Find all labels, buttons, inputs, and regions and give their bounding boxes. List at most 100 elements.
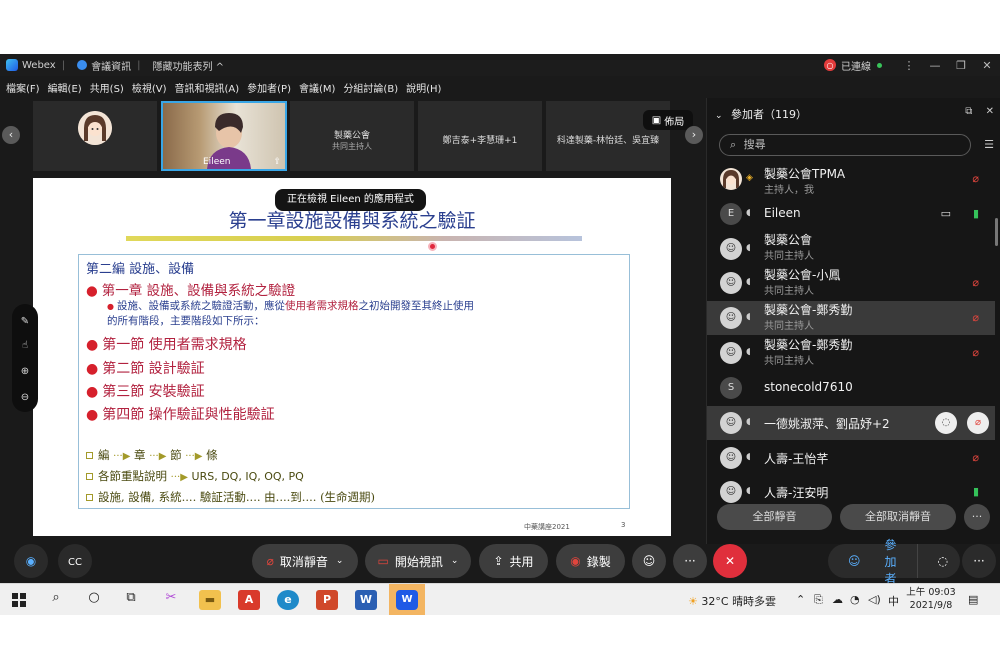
unmute-button[interactable]: ⌀ 取消靜音 ⌄ bbox=[252, 544, 358, 578]
close-panel-icon[interactable]: ✕ bbox=[986, 106, 994, 117]
mic-muted-icon[interactable]: ⌀ bbox=[972, 311, 979, 324]
slide-section-3: ● 第三節 安裝驗証 bbox=[86, 381, 205, 401]
participant-search-input[interactable]: ⌕ 搜尋 bbox=[719, 134, 971, 156]
mic-on-icon[interactable]: ▮ bbox=[973, 485, 979, 498]
collapse-chevron-icon[interactable]: ⌄ bbox=[715, 111, 723, 121]
chevron-down-icon[interactable]: ⌄ bbox=[451, 556, 459, 566]
chevron-down-icon[interactable]: ⌄ bbox=[336, 556, 344, 566]
record-button[interactable]: ◉ 錄製 bbox=[556, 544, 625, 578]
participant-name: 製藥公會TPMA bbox=[764, 167, 846, 181]
unmute-all-button[interactable]: 全部取消靜音 bbox=[840, 504, 956, 530]
participant-row[interactable]: ◈ 製藥公會TPMA 主持人，我 ⌀ bbox=[707, 162, 995, 196]
onedrive-icon[interactable]: ☁ bbox=[832, 593, 843, 606]
menu-help[interactable]: 說明(H) bbox=[406, 80, 441, 95]
volume-icon[interactable]: ◁) bbox=[868, 593, 881, 606]
edge-icon[interactable]: e bbox=[277, 590, 299, 610]
webex-taskbar-button[interactable]: W bbox=[389, 584, 425, 615]
menu-meeting[interactable]: 會議(M) bbox=[299, 80, 335, 95]
powerpoint-icon[interactable]: P bbox=[316, 590, 338, 610]
more-options-button[interactable]: ··· bbox=[673, 544, 707, 578]
reactions-button[interactable]: ☺ bbox=[632, 544, 666, 578]
word-icon[interactable]: W bbox=[355, 590, 377, 610]
wifi-icon[interactable]: ◔ bbox=[850, 593, 860, 606]
zoom-in-icon[interactable]: ⊕ bbox=[12, 366, 38, 377]
participant-row[interactable]: ☺ ◖ 製藥公會-鄭秀勤 共同主持人 ⌀ bbox=[707, 336, 995, 370]
menu-share[interactable]: 共用(S) bbox=[90, 80, 124, 95]
panel-more-button[interactable]: ··· bbox=[964, 504, 990, 530]
video-tile-avatar[interactable] bbox=[33, 101, 157, 171]
menu-view[interactable]: 檢視(V) bbox=[132, 80, 167, 95]
annotate-icon[interactable]: ✎ bbox=[12, 316, 38, 327]
participant-row[interactable]: S stonecold7610 bbox=[707, 371, 995, 405]
clock[interactable]: 上午 09:03 2021/9/8 bbox=[906, 586, 956, 612]
menu-file[interactable]: 檔案(F) bbox=[6, 80, 40, 95]
sort-icon[interactable]: ☰ bbox=[984, 138, 994, 151]
tray-app-icon[interactable]: ⎘ bbox=[814, 593, 823, 607]
windows-start-icon[interactable] bbox=[8, 590, 30, 610]
mic-muted-icon[interactable]: ⌀ bbox=[972, 451, 979, 464]
slide-footer: 中藥講座2021 bbox=[524, 523, 570, 531]
menu-edit[interactable]: 編輯(E) bbox=[48, 80, 82, 95]
remote-control-icon[interactable]: ☝ bbox=[12, 340, 38, 351]
close-button[interactable]: ✕ bbox=[974, 59, 1000, 72]
hide-menu-button[interactable]: 隱藏功能表列 ^ bbox=[152, 58, 224, 73]
search-icon[interactable]: ⌕ bbox=[45, 590, 67, 610]
slide-section-1: ● 第一節 使用者需求規格 bbox=[86, 334, 247, 354]
leave-meeting-button[interactable]: ✕ bbox=[713, 544, 747, 578]
video-strip: ‹ Eileen ⇪ 製藥公會 共同主持人 鄭吉泰+李慧珊+1 科達製藥-林怡廷… bbox=[0, 98, 705, 178]
mute-all-button[interactable]: 全部靜音 bbox=[717, 504, 832, 530]
avatar: ☺ bbox=[720, 481, 742, 503]
ime-indicator[interactable]: 中 bbox=[888, 593, 899, 609]
layout-button[interactable]: ▣ 佈局 bbox=[643, 110, 693, 130]
menu-participant[interactable]: 參加者(P) bbox=[247, 80, 291, 95]
mic-muted-icon[interactable]: ⌀ bbox=[972, 172, 979, 185]
notification-icon[interactable]: ▤ bbox=[968, 593, 978, 606]
meeting-info-button[interactable]: 會議資訊 bbox=[77, 58, 131, 73]
webex-app[interactable]: Webex bbox=[6, 59, 56, 71]
weather-widget[interactable]: ☀ 32°C 晴時多雲 bbox=[688, 593, 776, 609]
strip-prev-button[interactable]: ‹ bbox=[2, 126, 20, 144]
share-button[interactable]: ⇪ 共用 bbox=[479, 544, 548, 578]
panel-overflow-button[interactable]: ··· bbox=[962, 544, 996, 578]
restore-button[interactable]: ❐ bbox=[948, 59, 974, 72]
network-icon: ◖ bbox=[746, 452, 751, 462]
zoom-out-icon[interactable]: ⊖ bbox=[12, 392, 38, 403]
participant-row[interactable]: ☺ ◖ 一德姚淑萍、劉品妤+2 ◌ ⌀ bbox=[707, 406, 995, 440]
menu-breakout[interactable]: 分組討論(B) bbox=[343, 80, 398, 95]
participant-name: Eileen bbox=[764, 206, 801, 220]
mic-on-icon[interactable]: ▮ bbox=[973, 207, 979, 220]
arrow-icon: ···▶ bbox=[185, 451, 203, 462]
task-view-icon[interactable]: ⧉ bbox=[120, 590, 142, 610]
webex-assistant-button[interactable]: ◉ bbox=[14, 544, 48, 578]
avatar: ☺ bbox=[720, 447, 742, 469]
video-tile-group-1[interactable]: 鄭吉泰+李慧珊+1 bbox=[418, 101, 542, 171]
video-tile-pharma-guild[interactable]: 製藥公會 共同主持人 bbox=[290, 101, 414, 171]
strip-next-button[interactable]: › bbox=[685, 126, 703, 144]
file-explorer-icon[interactable]: ▬ bbox=[199, 590, 221, 610]
popout-icon[interactable]: ⧉ bbox=[965, 106, 972, 117]
video-tile-eileen[interactable]: Eileen ⇪ bbox=[161, 101, 287, 171]
participant-row[interactable]: ☺ ◖ 製藥公會 共同主持人 bbox=[707, 232, 995, 266]
section-text: 第二節 設計驗証 bbox=[102, 361, 205, 377]
chat-bubble-icon[interactable]: ◌ bbox=[935, 412, 957, 434]
participants-tab[interactable]: ☺ 參加者 bbox=[828, 538, 917, 586]
assistant-icon: ◉ bbox=[25, 554, 37, 568]
panel-scrollbar[interactable] bbox=[995, 218, 998, 246]
mic-muted-icon[interactable]: ⌀ bbox=[972, 276, 979, 289]
captions-button[interactable]: CC bbox=[58, 544, 92, 578]
tray-chevron-icon[interactable]: ⌃ bbox=[796, 593, 805, 606]
connection-status: ○ 已連線 bbox=[824, 58, 882, 73]
participant-row[interactable]: E ◖ Eileen ▭ ▮ bbox=[707, 197, 995, 231]
mic-muted-icon[interactable]: ⌀ bbox=[972, 346, 979, 359]
start-video-button[interactable]: ▭ 開始視訊 ⌄ bbox=[365, 544, 471, 578]
menu-audio-video[interactable]: 音訊和視訊(A) bbox=[175, 80, 240, 95]
participant-row[interactable]: ☺ ◖ 製藥公會-小鳳 共同主持人 ⌀ bbox=[707, 266, 995, 300]
cortana-icon[interactable]: ○ bbox=[83, 590, 105, 610]
minimize-button[interactable]: — bbox=[922, 59, 948, 72]
mic-muted-icon[interactable]: ⌀ bbox=[967, 412, 989, 434]
participant-row[interactable]: ☺ ◖ 製藥公會-鄭秀勤 共同主持人 ⌀ bbox=[707, 301, 995, 335]
acrobat-icon[interactable]: A bbox=[238, 590, 260, 610]
participant-row[interactable]: ☺ ◖ 人壽-王怡芊 ⌀ bbox=[707, 441, 995, 475]
pin-icon[interactable]: ⋮ bbox=[896, 59, 922, 72]
snipping-tool-icon[interactable]: ✂ bbox=[160, 590, 182, 610]
